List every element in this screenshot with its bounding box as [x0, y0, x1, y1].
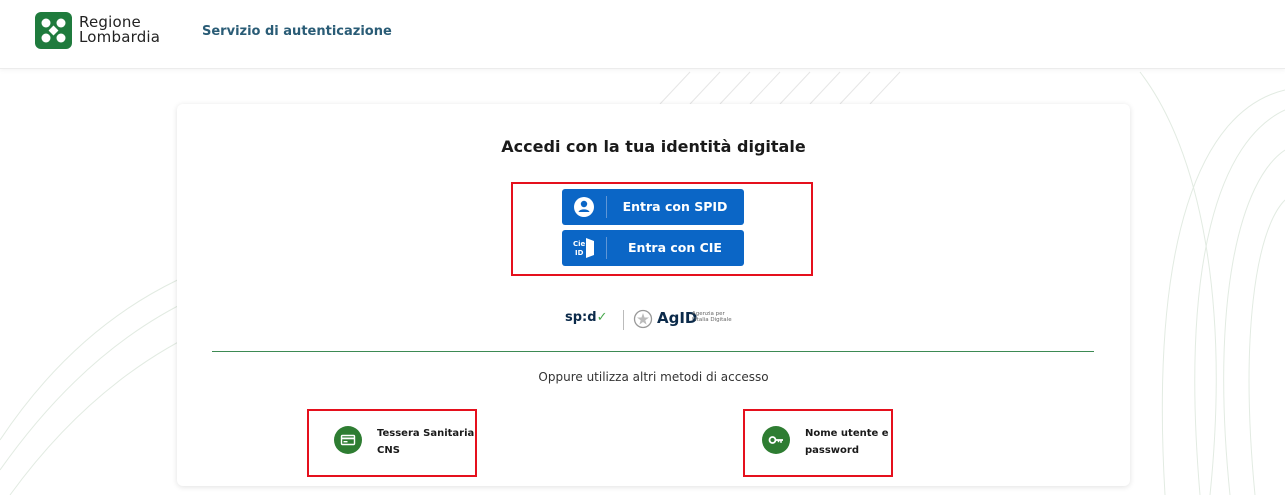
top-header: Regione Lombardia Servizio di autenticaz… — [0, 0, 1285, 69]
highlight-cns-option — [307, 409, 477, 477]
regione-lombardia-logo[interactable]: Regione Lombardia — [35, 12, 175, 52]
highlight-userpass-option — [743, 409, 893, 477]
logo-line-2: Lombardia — [79, 28, 161, 46]
regione-lombardia-emblem-icon — [35, 12, 72, 49]
login-card: Accedi con la tua identità digitale Entr… — [177, 104, 1130, 486]
italian-republic-emblem-icon — [633, 309, 653, 329]
logo-text: Regione Lombardia — [79, 15, 160, 45]
logo-separator — [623, 310, 624, 330]
page-title: Accedi con la tua identità digitale — [501, 137, 806, 156]
agid-subtitle: Agenzia per l'Italia Digitale — [692, 311, 732, 323]
spid-logo: sp:d✓ — [565, 310, 608, 325]
highlight-digital-identity-buttons — [511, 182, 813, 276]
section-divider — [212, 351, 1094, 352]
spid-agid-logos: sp:d✓ AgID Agenzia per l'Italia Digitale — [565, 308, 745, 332]
service-title: Servizio di autenticazione — [202, 24, 392, 39]
alternative-methods-text: Oppure utilizza altri metodi di accesso — [538, 370, 769, 384]
